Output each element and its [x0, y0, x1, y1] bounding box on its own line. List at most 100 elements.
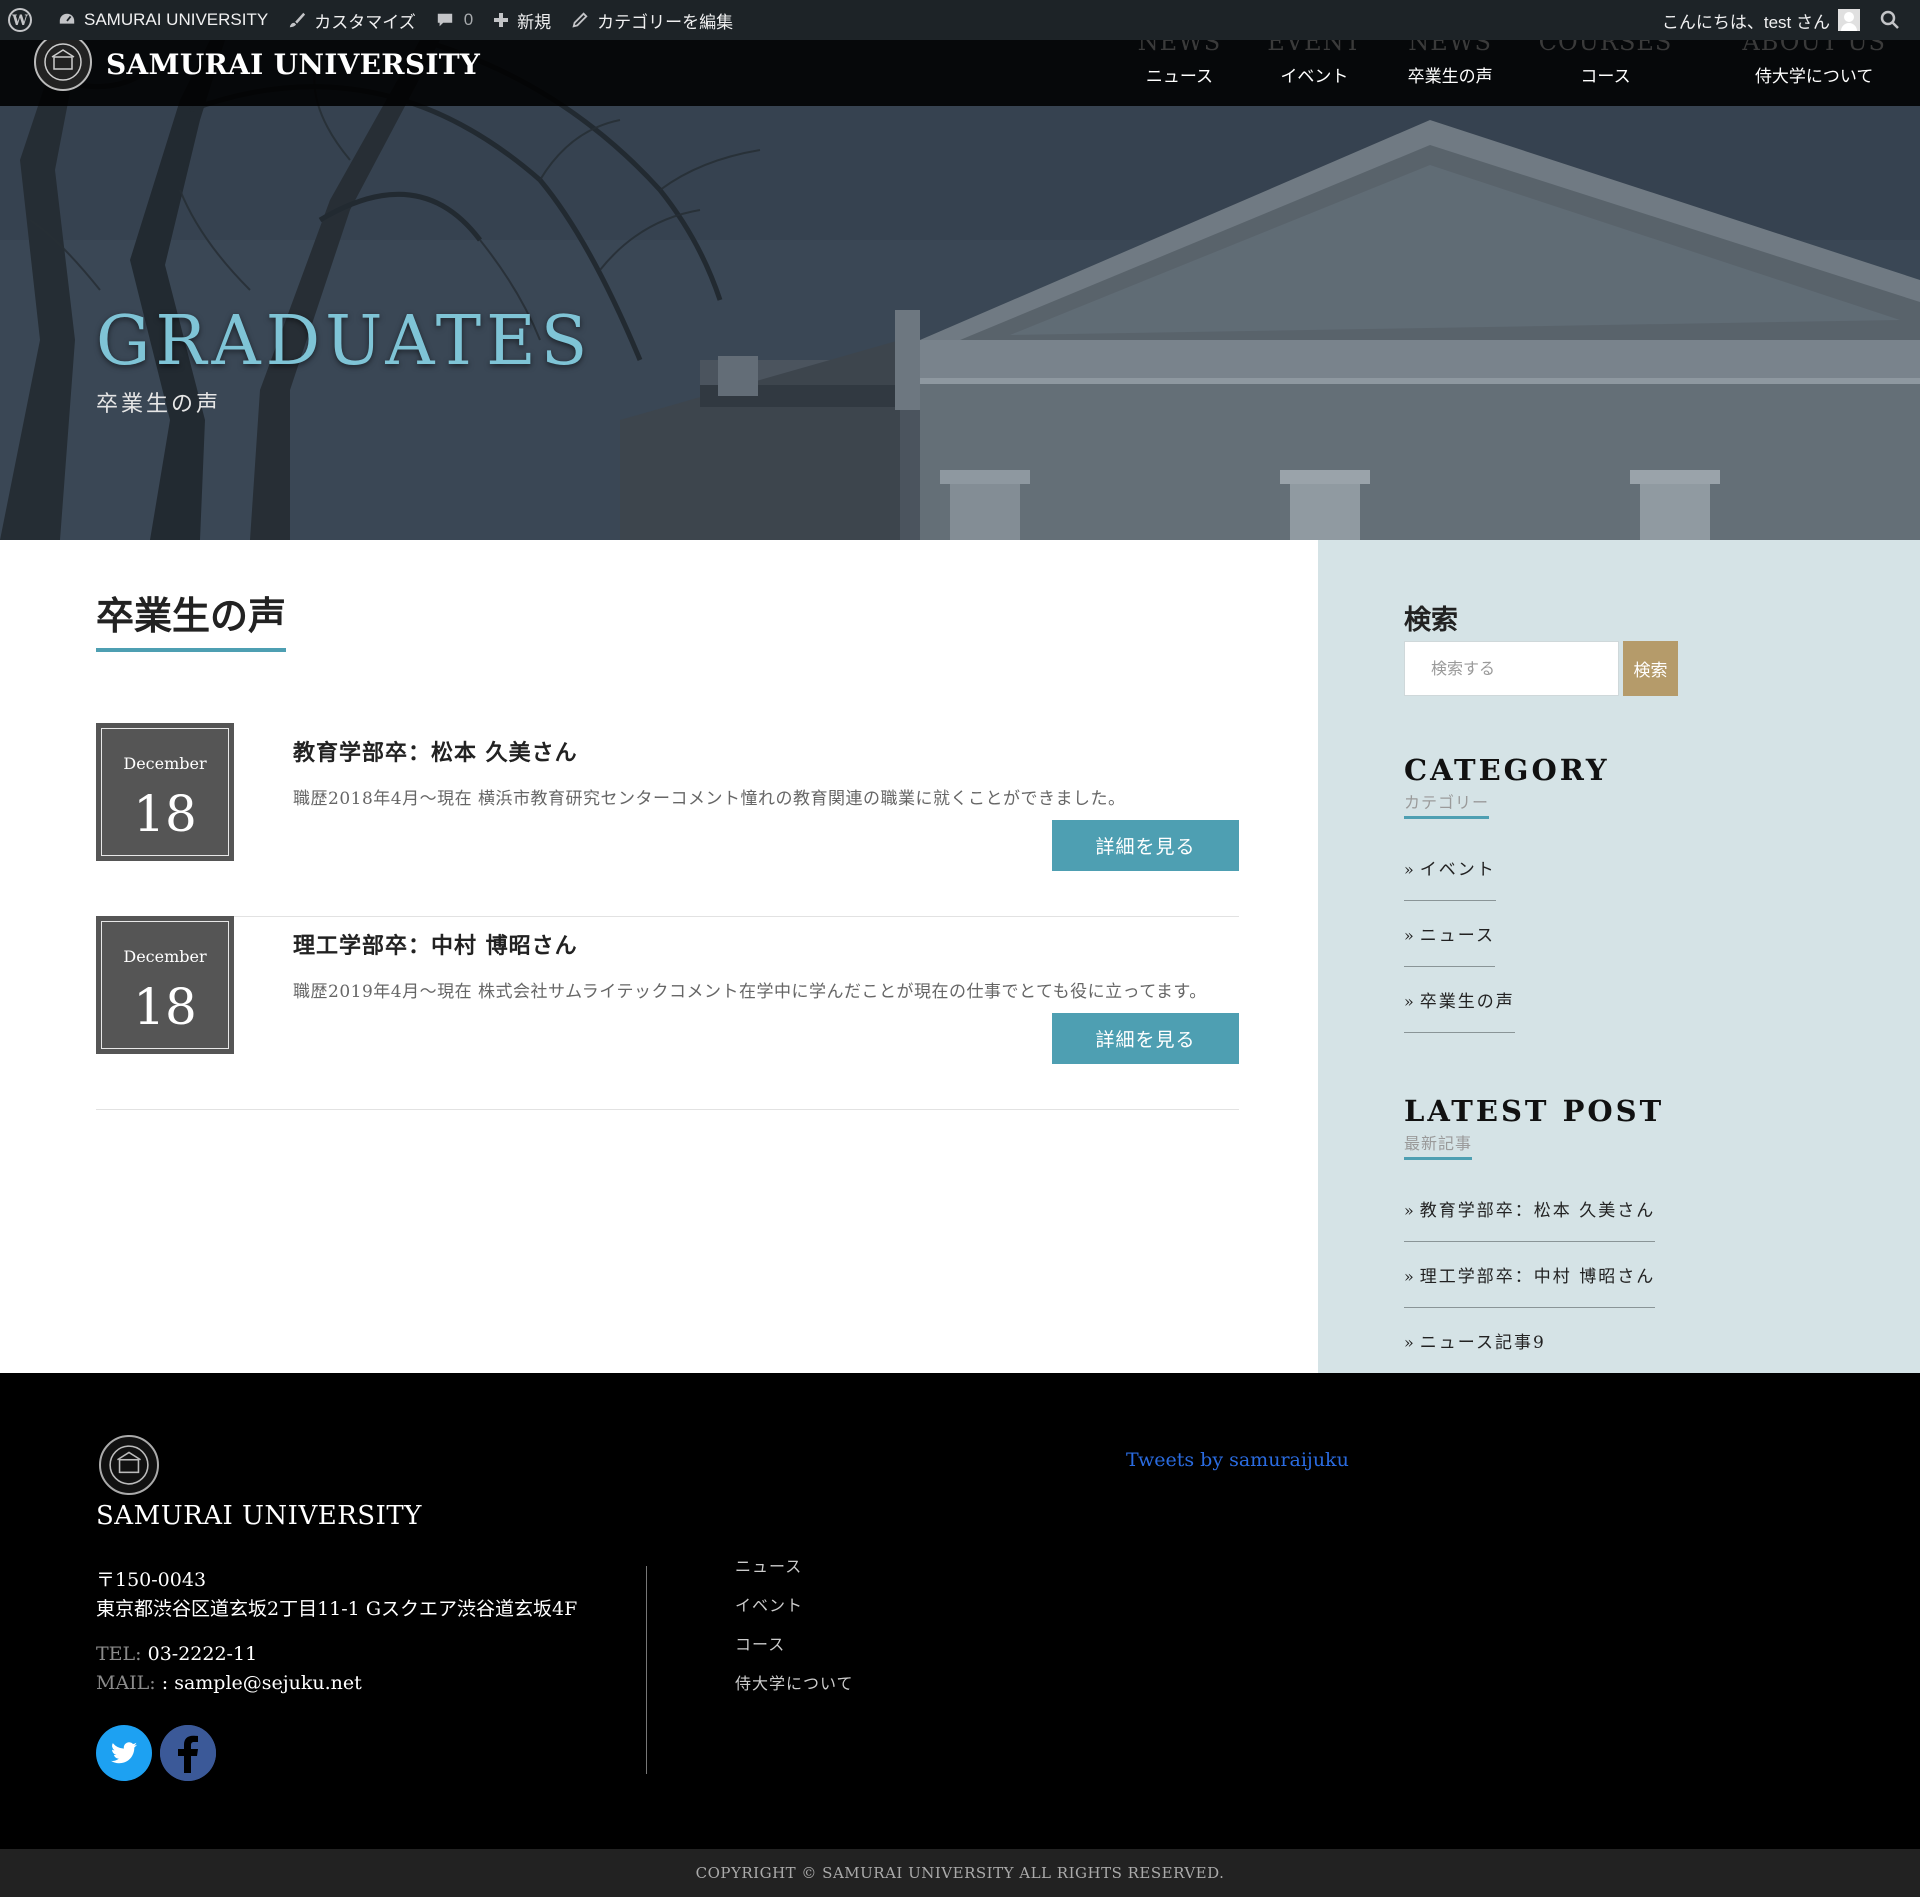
chevron-right-icon: » — [1404, 926, 1416, 945]
dashboard-icon — [59, 13, 75, 24]
admin-edit-category-label: カテゴリーを編集 — [597, 12, 734, 32]
search-input[interactable] — [1404, 641, 1619, 696]
latest-post-label: 理工学部卒：中村 博昭さん — [1419, 1267, 1656, 1287]
post-excerpt: 職歴2018年4月～現在 横浜市教育研究センターコメント憧れの教育関連の職業に就… — [293, 789, 1126, 809]
post-excerpt: 職歴2019年4月～現在 株式会社サムライテックコメント在学中に学んだことが現在… — [293, 982, 1207, 1002]
chevron-right-icon: » — [1404, 860, 1416, 879]
svg-text:W: W — [11, 13, 28, 29]
avatar — [1838, 9, 1860, 31]
latest-post-item[interactable]: » ニュース記事9 — [1404, 1314, 1546, 1373]
chevron-right-icon: » — [1404, 1201, 1416, 1220]
category-item-event[interactable]: » イベント — [1404, 841, 1496, 901]
post-date-month: December — [123, 754, 207, 773]
footer-nav-about[interactable]: 侍大学について — [735, 1670, 854, 1709]
post-title[interactable]: 理工学部卒：中村 博昭さん — [293, 928, 578, 960]
admin-account[interactable]: こんにちは、test さん — [1652, 0, 1870, 40]
chevron-right-icon: » — [1404, 1333, 1416, 1352]
chevron-right-icon: » — [1404, 992, 1416, 1011]
post-title[interactable]: 教育学部卒：松本 久美さん — [293, 735, 578, 767]
hero-banner: GRADUATES 卒業生の声 — [0, 40, 1920, 540]
facebook-icon[interactable] — [160, 1725, 216, 1781]
latest-post-label: ニュース記事9 — [1419, 1333, 1546, 1353]
page-title: 卒業生の声 — [96, 585, 287, 652]
mail-value[interactable]: : sample@sejuku.net — [162, 1672, 362, 1694]
admin-greeting: こんにちは、test さん — [1661, 12, 1830, 32]
latest-post-item[interactable]: » 理工学部卒：中村 博昭さん — [1404, 1248, 1656, 1308]
nav-item-about[interactable]: ABOUT US 侍大学について — [1742, 28, 1886, 106]
main-content: 卒業生の声 December 18 教育学部卒：松本 久美さん 職歴2018年4… — [0, 540, 1318, 1373]
post-item: December 18 理工学部卒：中村 博昭さん 職歴2019年4月～現在 株… — [96, 916, 1239, 1110]
nav-item-label: イベント — [1280, 67, 1349, 87]
post-date-day: 18 — [133, 978, 197, 1036]
sidebar: 検索 検索 CATEGORY カテゴリー »イベント »ニュース »卒業生の声 … — [1318, 540, 1920, 1373]
nav-item-label: コース — [1580, 67, 1631, 87]
admin-site-name-label: SAMURAI UNIVERSITY — [84, 10, 269, 29]
category-widget: CATEGORY カテゴリー » イベント » ニュース » 卒業生の声 — [1404, 753, 1610, 1039]
search-widget: 検索 検索 — [1404, 598, 1678, 696]
category-item-label: イベント — [1419, 860, 1496, 880]
admin-comments[interactable]: 0 — [426, 0, 483, 40]
latest-post-item[interactable]: » 教育学部卒：松本 久美さん — [1404, 1182, 1656, 1242]
latest-post-widget: LATEST POST 最新記事 » 教育学部卒：松本 久美さん » 理工学部卒：中… — [1404, 1094, 1664, 1373]
admin-search-icon[interactable] — [1870, 0, 1920, 40]
latest-post-title: LATEST POST — [1404, 1094, 1665, 1128]
chevron-right-icon: » — [1404, 1267, 1416, 1286]
copyright: COPYRIGHT © SAMURAI UNIVERSITY ALL RIGHT… — [0, 1849, 1920, 1897]
nav-item-graduates[interactable]: NEWS 卒業生の声 — [1407, 28, 1493, 106]
university-emblem-icon — [34, 33, 92, 91]
post-date-month: December — [123, 947, 207, 966]
site-footer: SAMURAI UNIVERSITY 〒150-0043 東京都渋谷区道玄坂2丁… — [0, 1373, 1920, 1849]
wordpress-logo-icon[interactable]: W — [0, 0, 48, 40]
comments-count: 0 — [463, 10, 474, 29]
social-links — [96, 1725, 224, 1781]
nav-item-news[interactable]: NEWS ニュース — [1138, 28, 1222, 106]
global-nav: NEWS ニュース EVENT イベント NEWS 卒業生の声 COURSES … — [1092, 28, 1886, 106]
admin-new[interactable]: 新規 — [483, 0, 561, 40]
nav-item-label: ニュース — [1145, 67, 1213, 87]
search-button[interactable]: 検索 — [1623, 641, 1678, 696]
tel-value[interactable]: 03-2222-11 — [148, 1643, 258, 1665]
tel-label: TEL: — [96, 1643, 142, 1665]
wp-admin-bar: W SAMURAI UNIVERSITY カスタマイズ 0 新規 カテゴリーを編… — [0, 0, 1920, 40]
brush-icon — [290, 12, 306, 28]
footer-nav-news[interactable]: ニュース — [735, 1553, 854, 1592]
category-item-graduates[interactable]: » 卒業生の声 — [1404, 973, 1515, 1033]
hero-subtitle: 卒業生の声 — [96, 392, 222, 417]
footer-site-title: SAMURAI UNIVERSITY — [96, 1501, 422, 1531]
nav-item-event[interactable]: EVENT イベント — [1267, 28, 1361, 106]
pencil-icon — [572, 12, 588, 28]
category-subtitle: カテゴリー — [1404, 789, 1490, 819]
post-date-day: 18 — [133, 785, 197, 843]
site-header: SAMURAI UNIVERSITY NEWS ニュース EVENT イベント … — [0, 28, 1920, 106]
site-logo[interactable]: SAMURAI UNIVERSITY — [34, 33, 481, 106]
footer-postal-code: 〒150-0043 — [96, 1569, 207, 1591]
footer-address-line: 東京都渋谷区道玄坂2丁目11-1 Gスクエア渋谷道玄坂4F — [96, 1598, 578, 1620]
category-item-news[interactable]: » ニュース — [1404, 907, 1495, 967]
twitter-timeline-link[interactable]: Tweets by samuraijuku — [1126, 1449, 1349, 1471]
admin-customize-label: カスタマイズ — [314, 12, 416, 32]
category-title: CATEGORY — [1404, 753, 1610, 787]
search-widget-title: 検索 — [1404, 605, 1458, 636]
admin-edit-category[interactable]: カテゴリーを編集 — [561, 0, 743, 40]
admin-site-name[interactable]: SAMURAI UNIVERSITY — [48, 0, 278, 40]
nav-item-courses[interactable]: COURSES コース — [1539, 28, 1673, 106]
hero-overlay — [0, 40, 1920, 540]
nav-item-label: 侍大学について — [1754, 67, 1874, 87]
latest-post-label: 教育学部卒：松本 久美さん — [1419, 1201, 1656, 1221]
hero-title: GRADUATES — [96, 302, 593, 381]
latest-post-subtitle: 最新記事 — [1404, 1130, 1473, 1160]
read-more-button[interactable]: 詳細を見る — [1052, 1013, 1239, 1064]
category-item-label: 卒業生の声 — [1419, 992, 1515, 1012]
footer-nav-event[interactable]: イベント — [735, 1592, 854, 1631]
twitter-icon[interactable] — [96, 1725, 152, 1781]
admin-customize[interactable]: カスタマイズ — [278, 0, 426, 40]
read-more-button[interactable]: 詳細を見る — [1052, 820, 1239, 871]
site-title: SAMURAI UNIVERSITY — [106, 47, 481, 81]
nav-item-label: 卒業生の声 — [1407, 67, 1493, 87]
post-item: December 18 教育学部卒：松本 久美さん 職歴2018年4月～現在 横… — [96, 723, 1239, 917]
post-date: December 18 — [96, 916, 234, 1054]
footer-address: 〒150-0043 東京都渋谷区道玄坂2丁目11-1 Gスクエア渋谷道玄坂4F — [96, 1566, 577, 1624]
admin-new-label: 新規 — [517, 12, 552, 32]
footer-nav-courses[interactable]: コース — [735, 1631, 854, 1670]
category-item-label: ニュース — [1419, 926, 1495, 946]
